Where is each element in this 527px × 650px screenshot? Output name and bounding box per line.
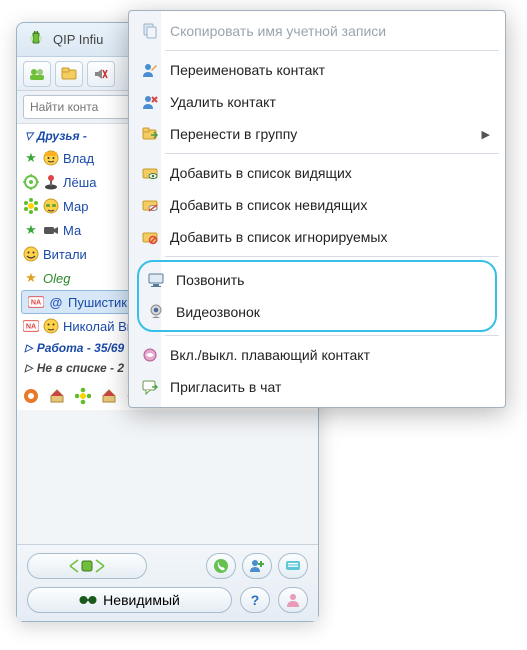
menu-video-call[interactable]: Видеозвонок	[139, 296, 495, 328]
home-icon-2[interactable]	[101, 388, 117, 404]
menu-call[interactable]: Позвонить	[139, 264, 495, 296]
home-icon[interactable]	[49, 388, 65, 404]
contact-name: Пушистик	[68, 295, 127, 310]
window-title: QIP Infiu	[53, 32, 103, 47]
flower-green-icon[interactable]	[75, 388, 91, 404]
menu-label: Перенести в группу	[170, 126, 297, 142]
group-label: Не в списке - 2	[37, 361, 124, 375]
app-icon	[27, 31, 45, 49]
na-badge-icon: NA	[23, 318, 39, 334]
star-icon: ★	[23, 222, 39, 238]
toolbar-sound-button[interactable]	[87, 61, 115, 87]
profile-button[interactable]	[278, 587, 308, 613]
toolbar-accounts-button[interactable]	[23, 61, 51, 87]
webcam-icon	[146, 302, 166, 322]
avatar-icon	[43, 150, 59, 166]
menu-sep	[165, 256, 499, 257]
group-label: Друзья -	[37, 129, 87, 143]
joystick-icon	[43, 174, 59, 190]
call-highlight-group: Позвонить Видеозвонок	[137, 260, 497, 332]
menu-label: Добавить в список игнорируемых	[170, 229, 387, 245]
contact-name: Мар	[63, 199, 88, 214]
status-away-icon[interactable]	[23, 388, 39, 404]
bottom-bar: Невидимый ?	[17, 544, 318, 621]
floating-icon	[140, 345, 160, 365]
copy-icon	[140, 21, 160, 41]
menu-sep	[165, 153, 499, 154]
person-delete-icon	[140, 92, 160, 112]
menu-label: Вкл./выкл. плавающий контакт	[170, 347, 370, 363]
menu-label: Добавить в список невидящих	[170, 197, 367, 213]
menu-sep	[165, 50, 499, 51]
add-contact-button[interactable]	[242, 553, 272, 579]
call-button[interactable]	[206, 553, 236, 579]
menu-delete[interactable]: Удалить контакт	[131, 86, 503, 118]
camera-icon	[43, 222, 59, 238]
icq-icon	[23, 198, 39, 214]
face-icon	[43, 198, 59, 214]
menu-label: Добавить в список видящих	[170, 165, 352, 181]
toolbar-folder-button[interactable]	[55, 61, 83, 87]
menu-add-invisible[interactable]: Добавить в список невидящих	[131, 189, 503, 221]
menu-label: Позвонить	[176, 272, 244, 288]
menu-invite-chat[interactable]: Пригласить в чат	[131, 371, 503, 403]
star-icon: ★	[23, 270, 39, 286]
status-icon	[23, 174, 39, 190]
expand-icon: ▽	[25, 131, 33, 142]
menu-label: Удалить контакт	[170, 94, 276, 110]
contact-name: Влад	[63, 151, 94, 166]
face-icon	[43, 318, 59, 334]
folder-hidden-icon	[140, 195, 160, 215]
menu-copy-account[interactable]: Скопировать имя учетной записи	[131, 15, 503, 47]
status-button[interactable]: Невидимый	[27, 587, 232, 613]
svg-text:NA: NA	[31, 299, 41, 307]
folder-block-icon	[140, 227, 160, 247]
at-icon: @	[48, 294, 64, 310]
menu-label: Переименовать контакт	[170, 62, 325, 78]
smile-icon	[23, 246, 39, 262]
collapse-icon: ▷	[25, 343, 33, 354]
submenu-arrow-icon: ▶	[482, 128, 490, 141]
menu-move-to-group[interactable]: Перенести в группу ▶	[131, 118, 503, 150]
menu-add-ignore[interactable]: Добавить в список игнорируемых	[131, 221, 503, 253]
menu-toggle-floating[interactable]: Вкл./выкл. плавающий контакт	[131, 339, 503, 371]
menu-sep	[165, 335, 499, 336]
collapse-icon: ▷	[25, 363, 33, 374]
message-button[interactable]	[278, 553, 308, 579]
context-menu: Скопировать имя учетной записи Переимено…	[128, 10, 506, 408]
contact-name: Oleg	[43, 271, 70, 286]
menu-label: Пригласить в чат	[170, 379, 281, 395]
svg-text:NA: NA	[26, 323, 36, 331]
star-icon: ★	[23, 150, 39, 166]
status-label: Невидимый	[103, 592, 180, 608]
contact-name: Лёша	[63, 175, 96, 190]
menu-label: Скопировать имя учетной записи	[170, 23, 386, 39]
chat-invite-icon	[140, 377, 160, 397]
monitor-icon	[146, 270, 166, 290]
person-edit-icon	[140, 60, 160, 80]
folder-eye-icon	[140, 163, 160, 183]
menu-add-visible[interactable]: Добавить в список видящих	[131, 157, 503, 189]
battery-button[interactable]	[27, 553, 147, 579]
controls-row-2: Невидимый ?	[21, 583, 314, 617]
group-label: Работа - 35/69	[37, 341, 124, 355]
contact-name: Ма	[63, 223, 81, 238]
na-badge-icon: NA	[28, 294, 44, 310]
contact-name: Витали	[43, 247, 87, 262]
controls-row-1	[21, 549, 314, 583]
folder-move-icon	[140, 124, 160, 144]
menu-rename[interactable]: Переименовать контакт	[131, 54, 503, 86]
help-button[interactable]: ?	[240, 587, 270, 613]
menu-label: Видеозвонок	[176, 304, 260, 320]
